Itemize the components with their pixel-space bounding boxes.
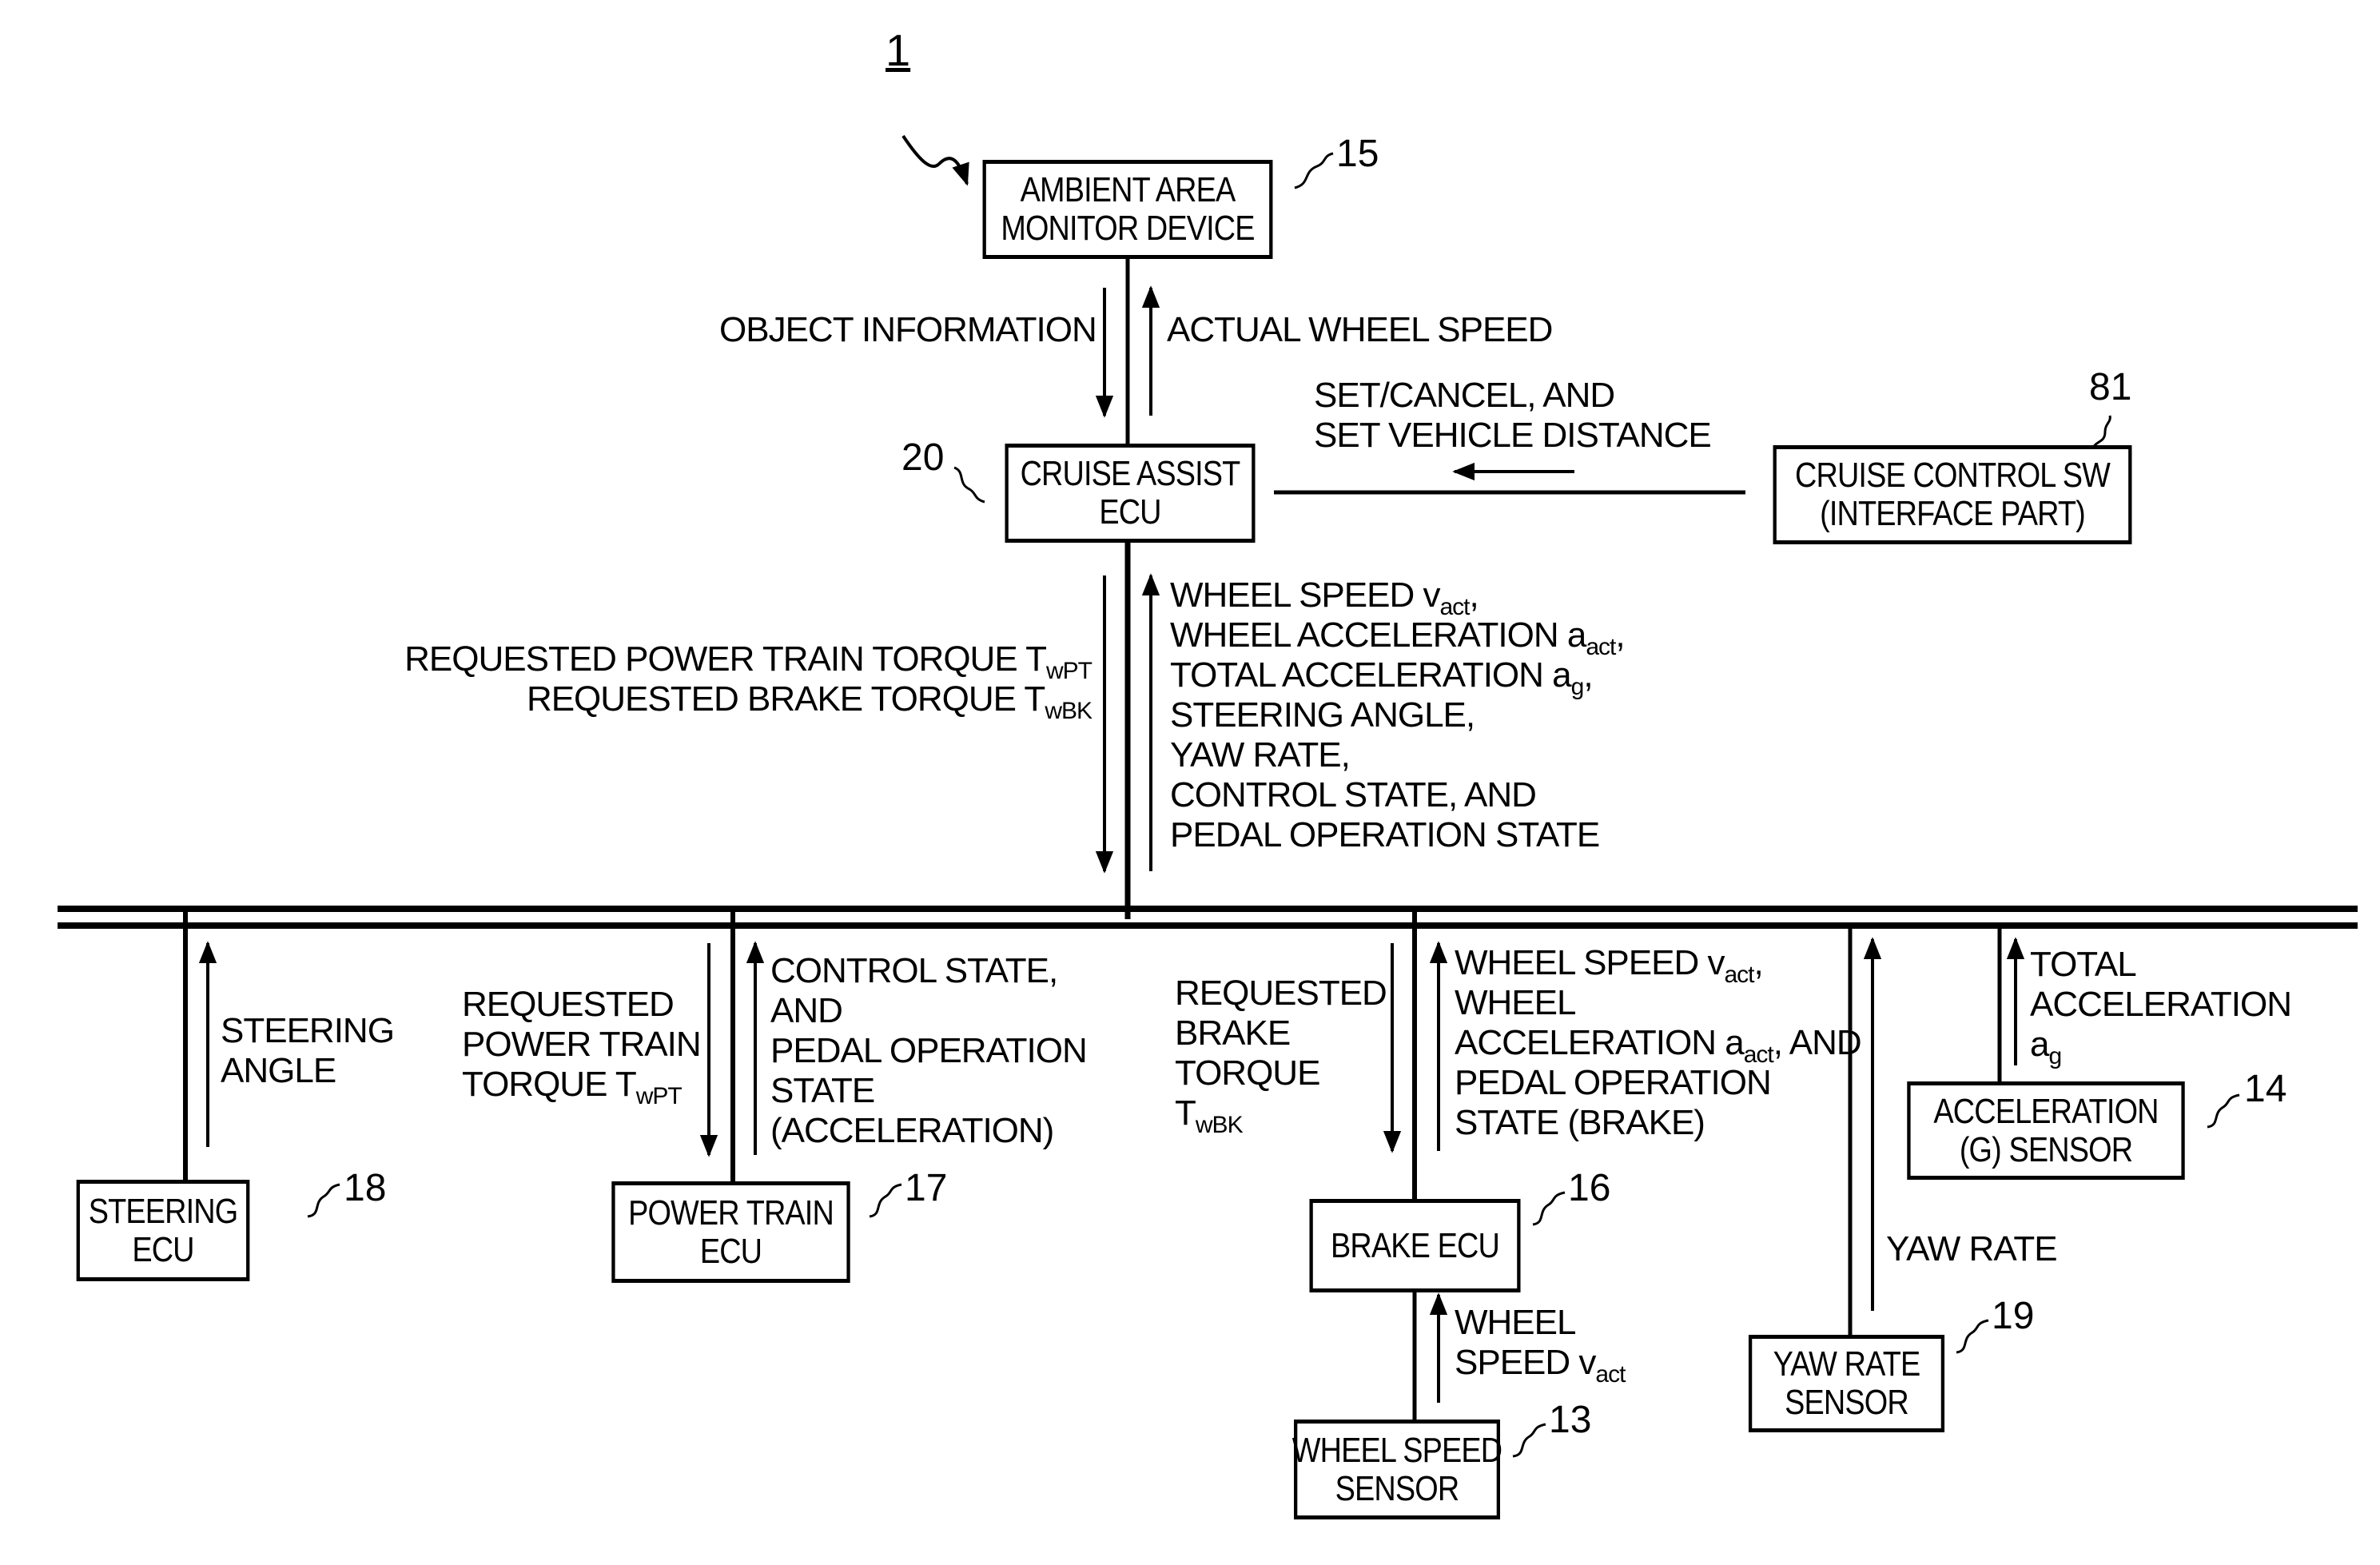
block-label-line: (G) SENSOR [1959, 1129, 2133, 1169]
ref-num-14: 14 [2244, 1068, 2287, 1110]
label-line: CONTROL STATE, AND [1170, 775, 1537, 814]
label-line: TOTAL ACCELERATION ag, [1170, 655, 1594, 700]
label-line: WHEEL [1455, 1303, 1576, 1342]
block-diagram: 1 AMBIENT AREA MONITOR DEVICE 15 CRUISE … [0, 0, 2380, 1565]
label-line: WHEEL SPEED vact, [1455, 943, 1764, 988]
leader-18 [307, 1183, 340, 1218]
label-line: STEERING [221, 1011, 395, 1050]
label-line: SPEED vact [1455, 1343, 1626, 1388]
object-information-label: OBJECT INFORMATION [719, 310, 1097, 349]
set-cancel-label: SET/CANCEL, AND SET VEHICLE DISTANCE [1314, 376, 1712, 456]
block-label-line: ECU [699, 1231, 762, 1271]
label-line: REQUESTED POWER TRAIN TORQUE TwPT [404, 639, 1092, 684]
leader-15 [1294, 152, 1334, 189]
label-line: TOTAL [2030, 945, 2137, 984]
label-line: WHEEL ACCELERATION aact, [1170, 615, 1626, 660]
label-line: (ACCELERATION) [770, 1111, 1054, 1150]
cruise-control-switch: CRUISE CONTROL SW (INTERFACE PART) [1773, 445, 2132, 544]
label-line: REQUESTED [462, 985, 675, 1024]
block-label-line: SENSOR [1785, 1383, 1909, 1422]
block-label-line: STEERING [88, 1191, 238, 1231]
leader-16 [1532, 1191, 1566, 1226]
brake-state-label: WHEEL SPEED vact, WHEEL ACCELERATION aact,… [1455, 943, 1862, 1143]
wheel-speed-sensor: WHEEL SPEED SENSOR [1291, 1420, 1502, 1519]
ref-num-81: 81 [2089, 366, 2132, 408]
label-line: CONTROL STATE, [770, 951, 1058, 990]
steering-angle-label: STEERING ANGLE [221, 1011, 395, 1091]
power-train-ecu: POWER TRAIN ECU [611, 1181, 850, 1283]
label-line: STATE [770, 1071, 875, 1110]
total-acceleration-label: TOTAL ACCELERATION ag [2030, 945, 2292, 1069]
leader-14 [2207, 1093, 2240, 1129]
leader-17 [869, 1183, 902, 1218]
ref-num-20: 20 [901, 436, 945, 479]
cruise-assist-ecu: CRUISE ASSIST ECU [1005, 444, 1256, 543]
ref-num-15: 15 [1336, 133, 1379, 175]
block-label-line: ECU [132, 1229, 194, 1269]
label-line: WHEEL SPEED vact, [1170, 575, 1479, 620]
label-line: ACCELERATION aact, AND [1455, 1023, 1862, 1068]
label-line: STEERING ANGLE, [1170, 695, 1475, 735]
label-line: STATE (BRAKE) [1455, 1103, 1705, 1142]
leader-19 [1956, 1319, 1989, 1354]
label-line: REQUESTED BRAKE TORQUE TwBK [526, 679, 1092, 724]
label-line: POWER TRAIN [462, 1025, 702, 1064]
block-label-line: ECU [1099, 492, 1161, 532]
label-line: REQUESTED [1175, 974, 1387, 1013]
label-line: PEDAL OPERATION [770, 1031, 1088, 1070]
block-label-line: SENSOR [1335, 1468, 1460, 1508]
label-line: SET/CANCEL, AND [1314, 376, 1615, 415]
block-label-line: (INTERFACE PART) [1820, 494, 2086, 533]
ref-num-18: 18 [344, 1167, 387, 1209]
label-line: WHEEL [1455, 983, 1576, 1022]
acceleration-g-sensor: ACCELERATION (G) SENSOR [1907, 1081, 2185, 1180]
yaw-rate-sensor: YAW RATE SENSOR [1748, 1335, 1945, 1432]
ambient-area-monitor-device: AMBIENT AREA MONITOR DEVICE [982, 160, 1273, 259]
brake-ecu: BRAKE ECU [1309, 1199, 1521, 1292]
label-line: TORQUE [1175, 1053, 1320, 1093]
label-line: YAW RATE, [1170, 735, 1351, 775]
block-label-line: CRUISE CONTROL SW [1795, 456, 2111, 495]
label-line: PEDAL OPERATION [1455, 1063, 1772, 1102]
ref-num-19: 19 [1992, 1295, 2035, 1337]
ref-num-16: 16 [1568, 1167, 1611, 1209]
label-line: TwBK [1175, 1093, 1244, 1138]
block-label-line: AMBIENT AREA [1020, 170, 1236, 209]
requested-torque-label: REQUESTED POWER TRAIN TORQUE TwPT REQUES… [400, 639, 1092, 724]
actual-wheel-speed-label: ACTUAL WHEEL SPEED [1167, 310, 1553, 349]
pt-state-label: CONTROL STATE, AND PEDAL OPERATION STATE… [770, 951, 1088, 1151]
figure-reference: 1 [886, 25, 911, 75]
block-label-line: YAW RATE [1773, 1344, 1921, 1384]
block-label-line: BRAKE ECU [1331, 1225, 1500, 1265]
block-label-line: MONITOR DEVICE [1001, 209, 1255, 248]
block-label-line: WHEEL SPEED [1291, 1430, 1502, 1470]
steering-ecu: STEERING ECU [76, 1180, 250, 1281]
ref-num-17: 17 [905, 1167, 948, 1209]
block-label-line: POWER TRAIN [628, 1193, 834, 1232]
label-line: AND [770, 991, 843, 1030]
leader-13 [1512, 1423, 1546, 1458]
label-line: TORQUE TwPT [462, 1065, 683, 1109]
block-label-line: ACCELERATION [1933, 1091, 2159, 1131]
figure-pointer-arrow [901, 134, 969, 186]
yaw-rate-label: YAW RATE [1886, 1229, 2058, 1268]
leader-20 [953, 466, 985, 504]
label-line: PEDAL OPERATION STATE [1170, 815, 1600, 854]
label-line: ag [2030, 1025, 2062, 1069]
wheel-speed-sensor-signal-label: WHEEL SPEED vact [1455, 1303, 1626, 1388]
vehicle-state-label: WHEEL SPEED vact, WHEEL ACCELERATION aact… [1170, 575, 1626, 855]
label-line: BRAKE [1175, 1013, 1291, 1053]
label-line: SET VEHICLE DISTANCE [1314, 416, 1712, 455]
ref-num-13: 13 [1549, 1399, 1592, 1441]
requested-bk-torque-label: REQUESTED BRAKE TORQUE TwBK [1175, 974, 1387, 1138]
label-line: ANGLE [221, 1051, 336, 1090]
label-line: ACCELERATION [2030, 985, 2292, 1024]
requested-pt-torque-label: REQUESTED POWER TRAIN TORQUE TwPT [462, 985, 702, 1109]
block-label-line: CRUISE ASSIST [1020, 454, 1241, 493]
